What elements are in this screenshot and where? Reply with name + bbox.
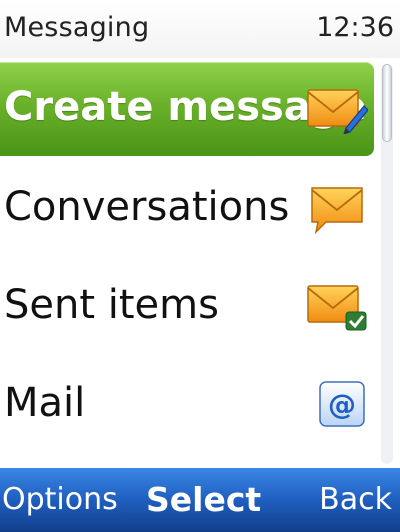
menu-item-mail[interactable]: Mail @ xyxy=(0,358,374,452)
menu-item-create-message[interactable]: Create message xyxy=(0,62,374,156)
envelope-pencil-icon xyxy=(307,89,368,134)
clock: 12:36 xyxy=(316,12,394,43)
softkey-bar: Options Select Back xyxy=(0,468,400,532)
options-softkey[interactable]: Options xyxy=(2,482,118,517)
status-bar: Messaging 12:36 xyxy=(0,0,400,58)
at-sign-icon: @ xyxy=(319,381,365,427)
back-softkey[interactable]: Back xyxy=(319,482,392,517)
select-softkey[interactable]: Select xyxy=(146,480,261,519)
envelope-check-icon xyxy=(307,285,367,331)
menu-item-sent-items[interactable]: Sent items xyxy=(0,260,374,354)
app-title: Messaging xyxy=(4,12,150,43)
svg-text:@: @ xyxy=(328,388,356,421)
menu-item-label: Sent items xyxy=(4,282,219,328)
menu-item-label: Conversations xyxy=(4,184,290,230)
scrollbar-thumb[interactable] xyxy=(382,64,392,142)
menu-item-conversations[interactable]: Conversations xyxy=(0,162,374,256)
menu-item-label: Mail xyxy=(4,380,86,426)
envelope-speech-icon xyxy=(311,187,363,234)
